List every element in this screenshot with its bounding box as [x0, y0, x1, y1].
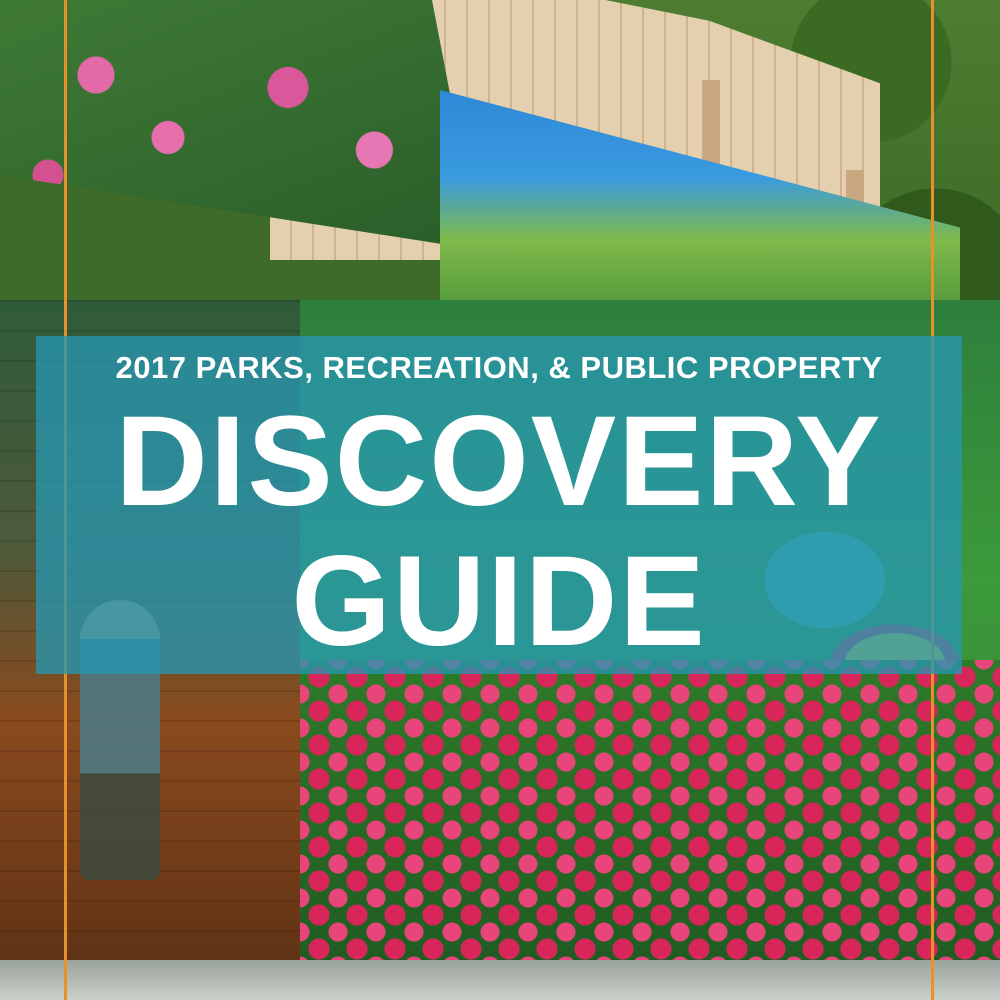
cover-title-line-1: DISCOVERY: [115, 390, 883, 533]
title-banner: 2017 PARKS, RECREATION, & PUBLIC PROPERT…: [36, 336, 962, 674]
cover-title-line-2: GUIDE: [291, 530, 707, 673]
mural-wall-roses-top: [0, 0, 480, 250]
painted-roses: [300, 660, 1000, 980]
sidewalk: [0, 960, 1000, 1000]
cover-subtitle: 2017 PARKS, RECREATION, & PUBLIC PROPERT…: [115, 350, 883, 385]
